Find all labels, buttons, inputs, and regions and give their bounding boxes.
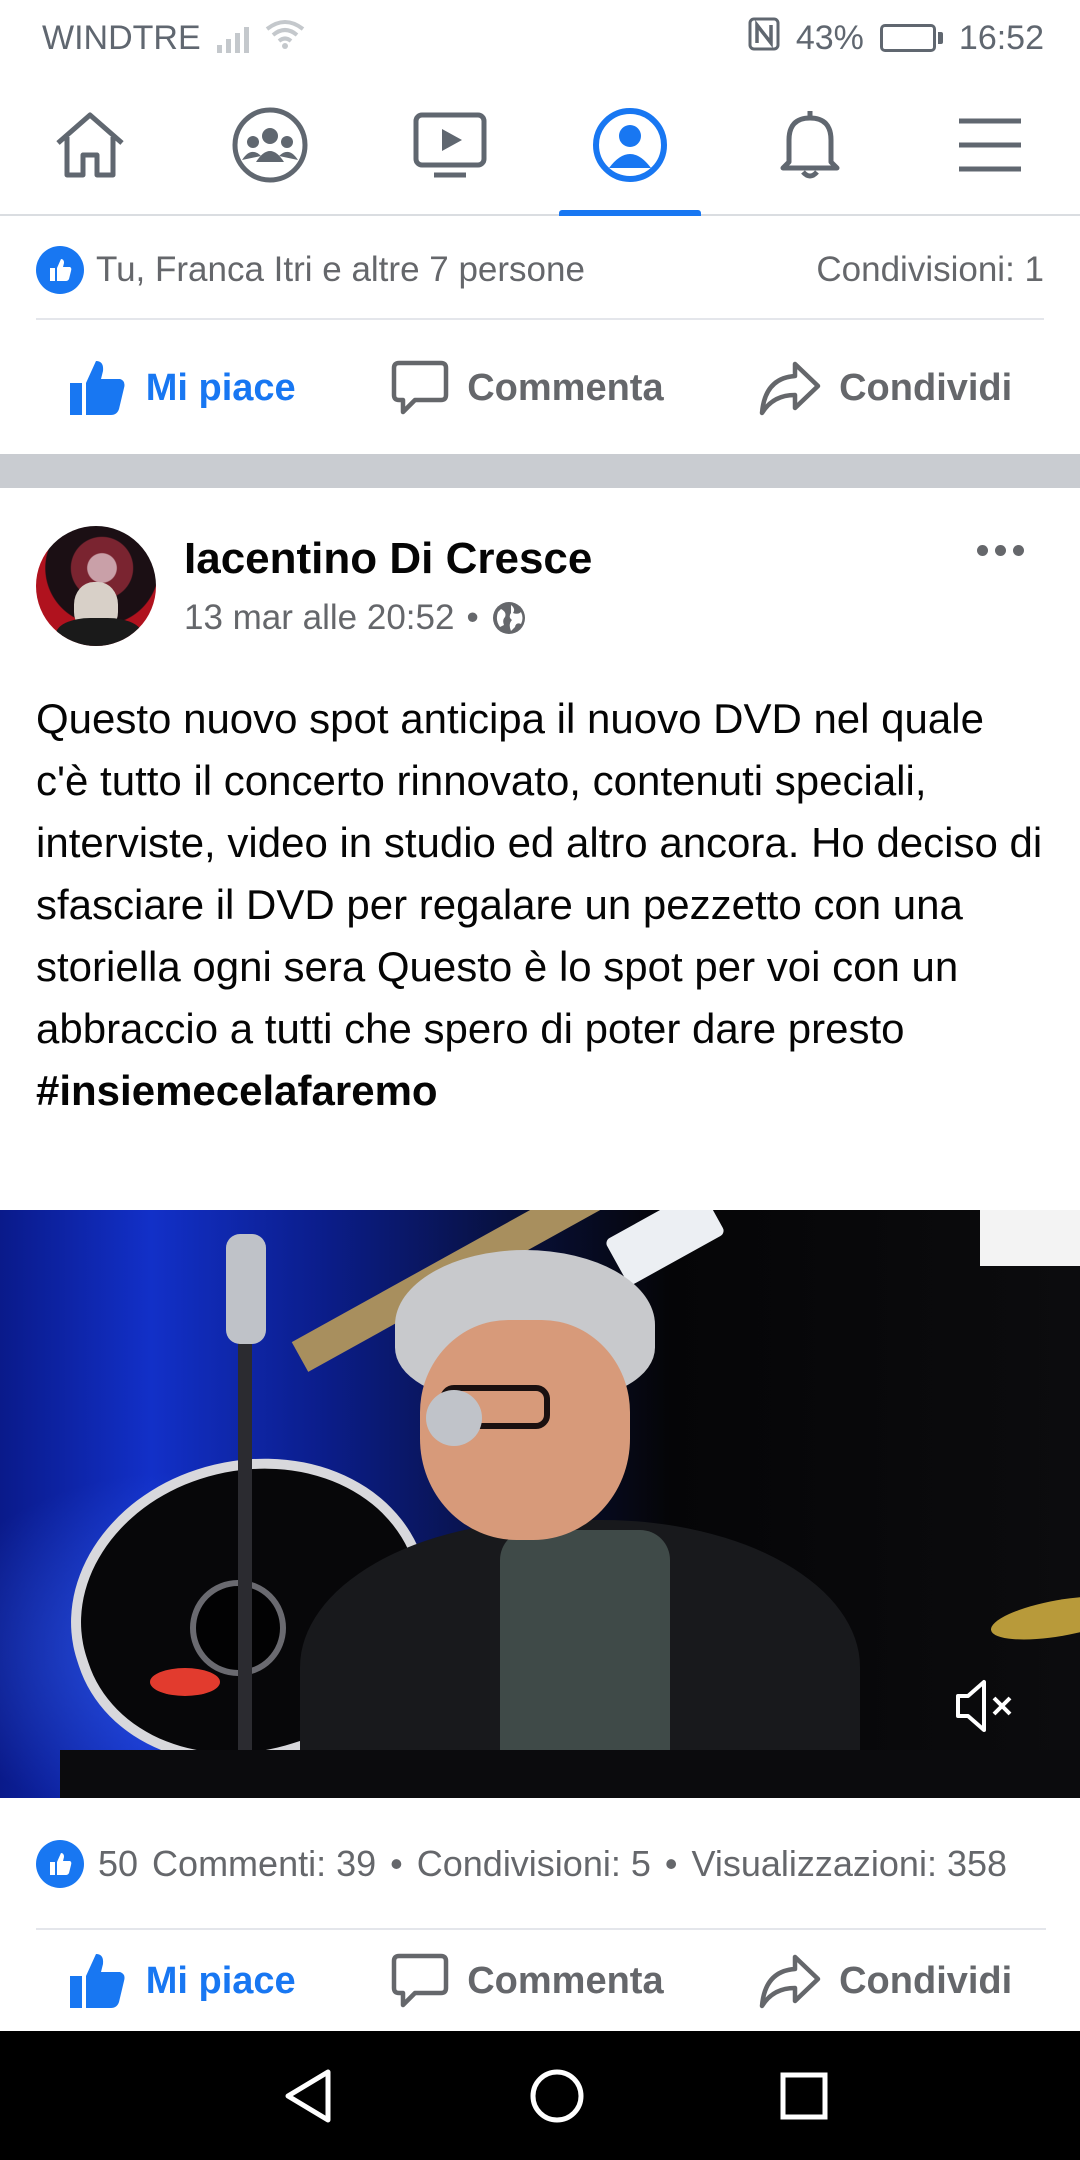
- shares-count[interactable]: Condivisioni: 5: [417, 1843, 651, 1885]
- previous-post-actions: Mi piace Commenta Condividi: [0, 324, 1080, 452]
- status-right: 43% 16:52: [748, 17, 1044, 60]
- post-options-button[interactable]: [957, 524, 1044, 576]
- post-summary: 50 Commenti: 39 • Condivisioni: 5 • Visu…: [36, 1800, 1046, 1930]
- share-label: Condividi: [839, 1959, 1013, 2002]
- nav-menu-tab[interactable]: [900, 76, 1080, 214]
- groups-icon: [232, 107, 308, 183]
- carrier-name: WINDTRE: [42, 18, 201, 57]
- comment-icon: [391, 1953, 449, 2008]
- globe-icon: [492, 602, 525, 634]
- thumbs-up-icon: [69, 1954, 125, 2008]
- author-name[interactable]: Iacentino Di Cresce: [184, 534, 1044, 584]
- views-count: Visualizzazioni: 358: [691, 1843, 1008, 1884]
- clock: 16:52: [958, 18, 1044, 57]
- comment-label: Commenta: [467, 1959, 664, 2002]
- share-arrow-icon: [759, 361, 821, 416]
- more-options-icon: [977, 544, 1024, 556]
- like-label: Mi piace: [145, 1959, 296, 2002]
- previous-post-comment-button[interactable]: Commenta: [391, 359, 664, 417]
- bell-icon: [780, 111, 840, 179]
- back-icon[interactable]: [280, 2066, 336, 2126]
- hamburger-menu-icon: [959, 118, 1021, 172]
- previous-post-summary: Tu, Franca Itri e altre 7 persone Condiv…: [36, 222, 1044, 320]
- post-hashtag[interactable]: #insiemecelafaremo: [36, 1067, 438, 1114]
- like-reaction-icon: [36, 1840, 84, 1888]
- post-timestamp[interactable]: 13 mar alle 20:52: [184, 598, 454, 638]
- post-actions: Mi piace Commenta Condividi: [0, 1932, 1080, 2030]
- nfc-icon: [748, 17, 780, 60]
- speaker-muted-icon: [956, 1680, 1012, 1732]
- previous-post-shares[interactable]: Condivisioni: 1: [816, 250, 1044, 290]
- summary-dot: •: [664, 1843, 678, 1884]
- android-navigation-bar: [0, 2031, 1080, 2160]
- post-comment-button[interactable]: Commenta: [391, 1952, 664, 2010]
- nav-watch-tab[interactable]: [360, 76, 540, 214]
- mute-button[interactable]: [950, 1676, 1020, 1736]
- status-left: WINDTRE: [42, 19, 305, 58]
- comments-count[interactable]: Commenti: 39: [152, 1843, 376, 1885]
- share-arrow-icon: [759, 1954, 821, 2009]
- comment-label: Commenta: [467, 366, 664, 409]
- top-nav-bar: [0, 76, 1080, 216]
- video-play-icon: [413, 112, 487, 178]
- post-text: Questo nuovo spot anticipa il nuovo DVD …: [36, 688, 1046, 1122]
- thumbs-up-icon: [69, 361, 125, 415]
- previous-post-reactions-text: Tu, Franca Itri e altre 7 persone: [96, 250, 585, 289]
- previous-post-share-button[interactable]: Condividi: [759, 360, 1012, 416]
- recent-apps-icon[interactable]: [778, 2070, 830, 2122]
- likes-count[interactable]: 50: [98, 1843, 138, 1885]
- previous-post-like-button[interactable]: Mi piace: [68, 359, 296, 417]
- post-video[interactable]: [0, 1210, 1080, 1798]
- profile-icon: [593, 108, 667, 182]
- nav-home-tab[interactable]: [0, 76, 180, 214]
- share-label: Condividi: [839, 366, 1013, 409]
- signal-icon: [216, 23, 249, 53]
- post-meta: Iacentino Di Cresce 13 mar alle 20:52 •: [184, 534, 1044, 638]
- like-reaction-icon: [36, 246, 84, 294]
- feed-separator: [0, 454, 1080, 488]
- like-label: Mi piace: [145, 366, 296, 409]
- summary-dot: •: [390, 1843, 403, 1884]
- home-icon: [56, 112, 124, 178]
- home-circle-icon[interactable]: [527, 2066, 587, 2126]
- nav-profile-tab[interactable]: [540, 76, 720, 216]
- comment-icon: [391, 360, 449, 415]
- post-body: Questo nuovo spot anticipa il nuovo DVD …: [36, 695, 1043, 1052]
- post-like-button[interactable]: Mi piace: [68, 1952, 296, 2010]
- battery-icon: [879, 24, 943, 52]
- status-bar: WINDTRE 43% 16:52: [0, 0, 1080, 76]
- post-header: Iacentino Di Cresce 13 mar alle 20:52 •: [36, 524, 1044, 648]
- nav-groups-tab[interactable]: [180, 76, 360, 214]
- nav-notifications-tab[interactable]: [720, 76, 900, 214]
- author-avatar[interactable]: [36, 526, 156, 646]
- post-share-button[interactable]: Condividi: [759, 1953, 1012, 2009]
- previous-post-reactions[interactable]: Tu, Franca Itri e altre 7 persone: [36, 246, 585, 294]
- wifi-icon: [265, 19, 305, 58]
- battery-percent: 43%: [795, 18, 864, 57]
- meta-dot: •: [466, 598, 479, 637]
- post-meta-line: 13 mar alle 20:52 •: [184, 598, 1044, 638]
